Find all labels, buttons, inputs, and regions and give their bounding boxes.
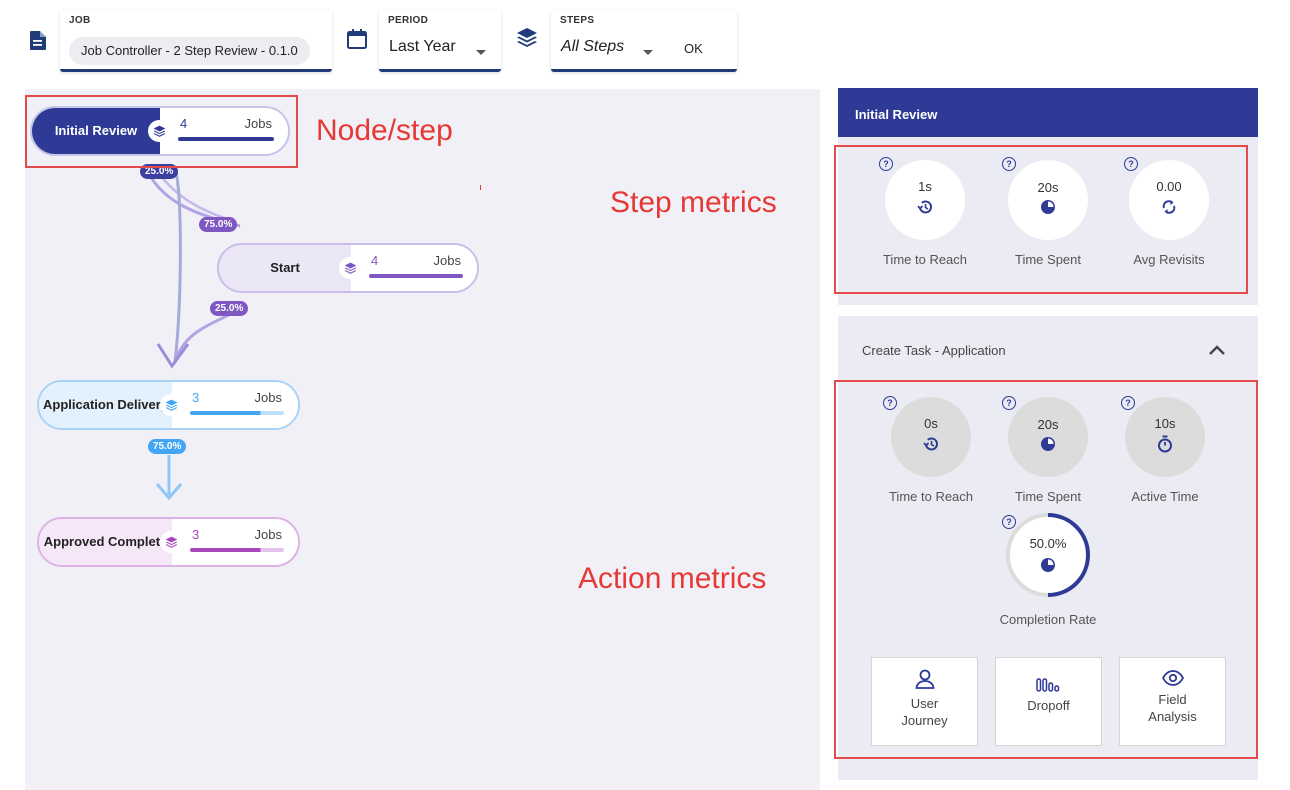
completion-rate-label: Completion Rate (999, 612, 1097, 627)
node-title: Approved Complete (39, 519, 172, 565)
button-label: Dropoff (1027, 697, 1070, 713)
help-icon[interactable]: ? (1121, 396, 1135, 410)
button-label: User (910, 695, 939, 711)
metric-label: Time to Reach (882, 252, 968, 267)
metric-value: 0.00 (1156, 179, 1182, 194)
metric-time-spent: 20s Time Spent (993, 160, 1103, 267)
annotation-node-step: Node/step (316, 114, 453, 147)
button-label: Field (1158, 691, 1187, 707)
node-unit: Jobs (254, 527, 282, 542)
chevron-up-icon[interactable] (1208, 343, 1226, 361)
eye-icon (1120, 670, 1225, 691)
metric-label: Avg Revisits (1133, 252, 1205, 267)
node-unit: Jobs (254, 390, 282, 405)
user-icon (872, 668, 977, 695)
stopwatch-icon (1157, 435, 1173, 458)
node-count: 3 (192, 527, 200, 542)
annotation-action-metrics: Action metrics (578, 562, 767, 595)
help-icon[interactable]: ? (1124, 157, 1138, 171)
node-progress (190, 548, 284, 552)
help-icon[interactable]: ? (879, 157, 893, 171)
metric-label: Time Spent (1015, 489, 1081, 504)
metric-value: 10s (1154, 416, 1176, 431)
edge-label: 25.0% (210, 301, 249, 316)
metric-label: Time to Reach (888, 489, 974, 504)
button-label: Journey (901, 713, 948, 729)
action-metric-time-spent: 20s Time Spent (993, 397, 1103, 504)
panel-title: Initial Review (838, 88, 1258, 137)
history-icon (916, 198, 934, 221)
metric-value: 20s (1037, 180, 1059, 195)
flow-node-approved-complete[interactable]: Approved Complete 3 Jobs (37, 517, 300, 567)
user-journey-button[interactable]: User Journey (871, 657, 978, 746)
node-highlight-box (25, 95, 298, 168)
edge-label: 75.0% (199, 217, 238, 232)
help-icon[interactable]: ? (1002, 396, 1016, 410)
action-section-title: Create Task - Application (862, 343, 1006, 358)
edge-label: 75.0% (148, 439, 187, 454)
refresh-icon (1161, 198, 1177, 221)
metric-value: 0s (924, 416, 938, 431)
layers-icon (160, 531, 182, 553)
bars-icon (996, 678, 1101, 697)
pie-icon (1040, 199, 1056, 220)
metric-avg-revisits: 0.00 Avg Revisits (1114, 160, 1224, 267)
cursor-mark (480, 185, 481, 190)
completion-rate-ring: 50.0% (1005, 512, 1091, 598)
annotation-step-metrics: Step metrics (610, 186, 777, 219)
metric-value: 1s (918, 179, 932, 194)
node-progress (369, 274, 463, 278)
flow-node-start[interactable]: Start 4 Jobs (217, 243, 479, 293)
metric-label: Time Spent (1015, 252, 1081, 267)
button-label: Analysis (1148, 709, 1197, 725)
metric-value: 20s (1037, 417, 1059, 432)
layers-icon (339, 257, 361, 279)
help-icon[interactable]: ? (1002, 515, 1016, 529)
completion-rate-value: 50.0% (1029, 536, 1067, 551)
node-progress (190, 411, 284, 415)
help-icon[interactable]: ? (1002, 157, 1016, 171)
metric-label: Active Time (1131, 489, 1199, 504)
dropoff-button[interactable]: Dropoff (995, 657, 1102, 746)
node-unit: Jobs (433, 253, 461, 268)
edge-start-appdel (173, 308, 239, 363)
pie-icon (1040, 557, 1056, 578)
node-title: Start (219, 245, 351, 291)
help-icon[interactable]: ? (883, 396, 897, 410)
pie-icon (1040, 436, 1056, 457)
history-icon (922, 435, 940, 458)
field-analysis-button[interactable]: Field Analysis (1119, 657, 1226, 746)
layers-icon (160, 394, 182, 416)
metric-time-to-reach: 1s Time to Reach (870, 160, 980, 267)
node-count: 4 (371, 253, 379, 268)
action-metric-time-to-reach: 0s Time to Reach (876, 397, 986, 504)
action-metric-active-time: 10s Active Time (1110, 397, 1220, 504)
flow-node-application-delivery[interactable]: Application Delivery 3 Jobs (37, 380, 300, 430)
node-title: Application Delivery (39, 382, 172, 428)
node-count: 3 (192, 390, 200, 405)
